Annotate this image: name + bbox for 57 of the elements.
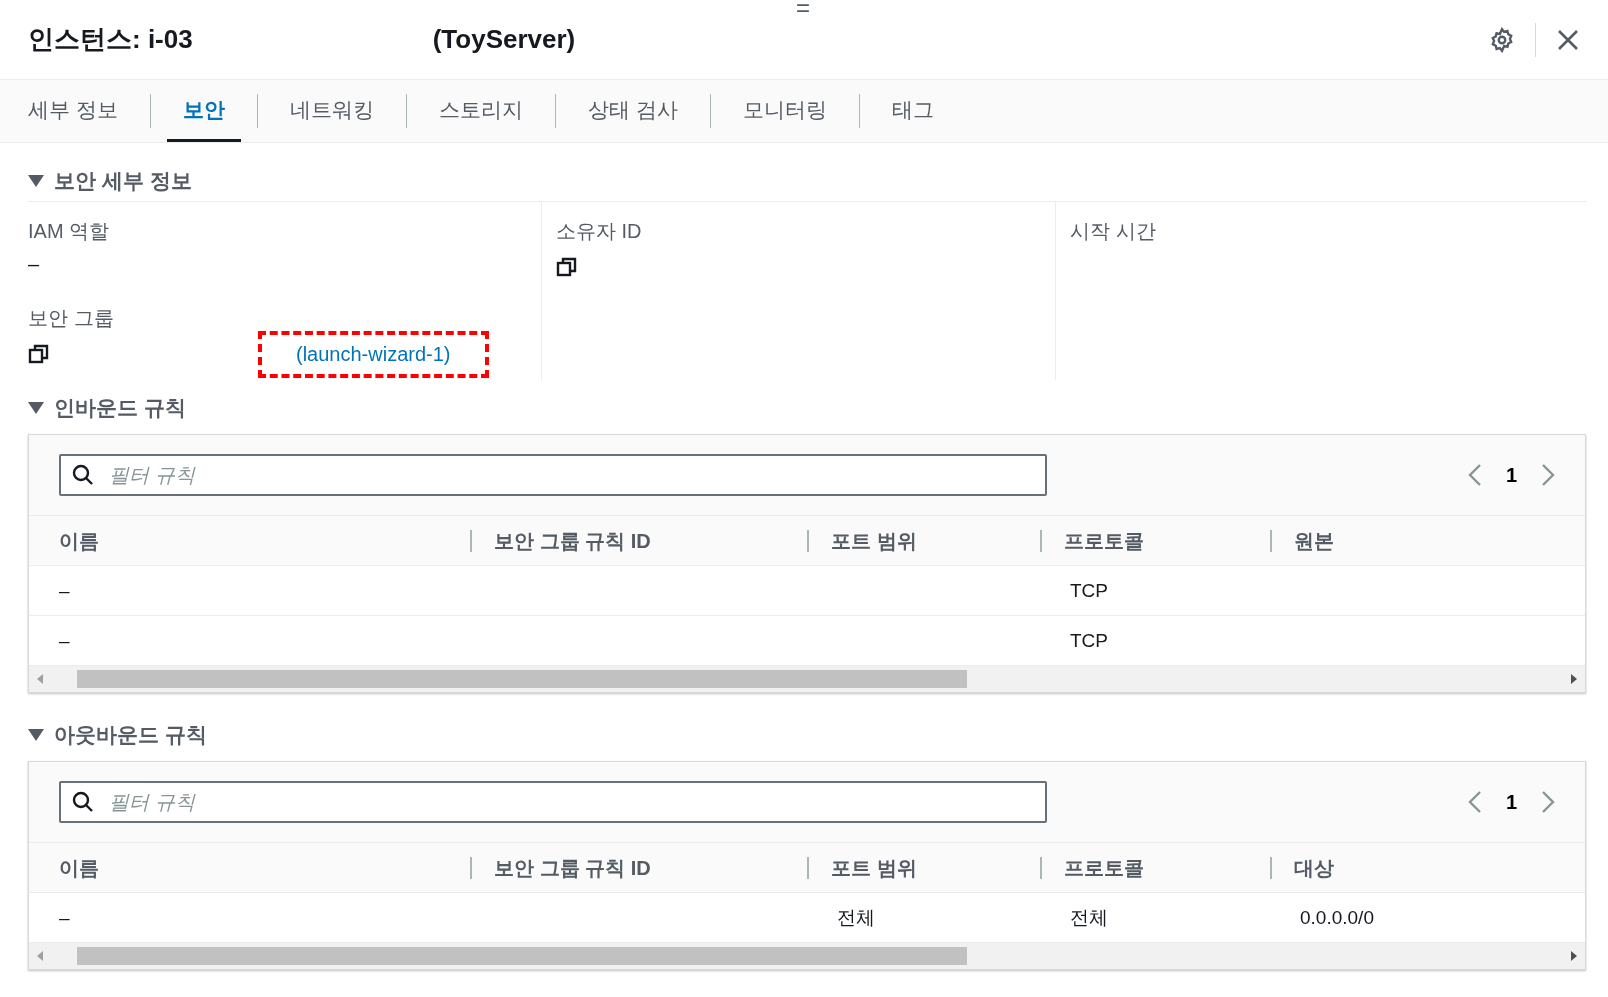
tab[interactable]: 스토리지 — [422, 80, 539, 142]
table-cell: – — [59, 579, 70, 601]
section-toggle[interactable]: 인바운드 규칙 — [28, 388, 1586, 428]
copy-icon[interactable] — [556, 256, 578, 278]
page-number[interactable]: 1 — [1505, 790, 1517, 814]
tab[interactable]: 세부 정보 — [12, 80, 134, 142]
table-cell: TCP — [1070, 629, 1108, 651]
table-cell: 0.0.0.0/0 — [1300, 906, 1374, 928]
column-header: 보안 그룹 규칙 ID — [470, 529, 807, 552]
copy-icon[interactable] — [28, 343, 50, 365]
column-header: 이름 — [58, 856, 100, 879]
tab[interactable]: 네트워킹 — [273, 80, 390, 142]
drag-handle[interactable]: = — [796, 0, 810, 22]
filter-field[interactable]: 필터 규칙 — [59, 454, 1047, 496]
scroll-right-icon[interactable] — [1571, 951, 1577, 961]
column-header: 보안 그룹 규칙 ID — [470, 856, 807, 879]
next-page-icon[interactable] — [1541, 463, 1555, 487]
field-value: – — [28, 253, 41, 277]
previous-page-icon[interactable] — [1467, 463, 1482, 487]
scroll-left-icon[interactable] — [37, 674, 43, 684]
column-header: 포트 범위 — [807, 856, 1040, 879]
field-label: 시작 시간 — [1070, 219, 1157, 244]
field-label: 소유자 ID — [556, 219, 643, 244]
previous-page-icon[interactable] — [1467, 790, 1482, 814]
security-group-link[interactable]: (launch-wizard-1) — [296, 342, 451, 365]
tab[interactable]: 상태 검사 — [571, 80, 694, 142]
next-page-icon[interactable] — [1541, 790, 1555, 814]
search-icon — [72, 464, 94, 486]
column-header: 포트 범위 — [807, 529, 1040, 552]
section-toggle[interactable]: 아웃바운드 규칙 — [28, 715, 1586, 755]
column-header: 이름 — [58, 529, 100, 552]
filter-field[interactable]: 필터 규칙 — [59, 781, 1047, 823]
search-icon — [72, 791, 94, 813]
column-header: 대상 — [1270, 856, 1585, 879]
scroll-left-icon[interactable] — [37, 951, 43, 961]
field-label: 보안 그룹 — [28, 306, 115, 331]
table-cell: – — [59, 906, 70, 928]
table-cell: 전체 — [837, 906, 875, 928]
settings-icon[interactable] — [1489, 26, 1515, 53]
table-cell: 전체 — [1070, 906, 1108, 928]
tab[interactable]: 보안 — [166, 80, 241, 142]
close-icon[interactable] — [1556, 27, 1580, 52]
horizontal-scrollbar[interactable] — [29, 942, 1585, 969]
table-cell: – — [59, 629, 70, 651]
column-header: 프로토콜 — [1040, 529, 1270, 552]
instance-title: 인스턴스: i-03 — [28, 23, 193, 56]
column-header: 원본 — [1270, 529, 1585, 552]
field-label: IAM 역할 — [28, 219, 111, 244]
table-cell: TCP — [1070, 579, 1108, 601]
page-number[interactable]: 1 — [1505, 463, 1517, 487]
tab[interactable]: 태그 — [875, 80, 950, 142]
scroll-right-icon[interactable] — [1571, 674, 1577, 684]
instance-name: (ToyServer) — [432, 24, 576, 55]
section-toggle[interactable]: 보안 세부 정보 — [28, 161, 1586, 201]
tab[interactable]: 모니터링 — [726, 80, 843, 142]
horizontal-scrollbar[interactable] — [29, 665, 1585, 692]
column-header: 프로토콜 — [1040, 856, 1270, 879]
